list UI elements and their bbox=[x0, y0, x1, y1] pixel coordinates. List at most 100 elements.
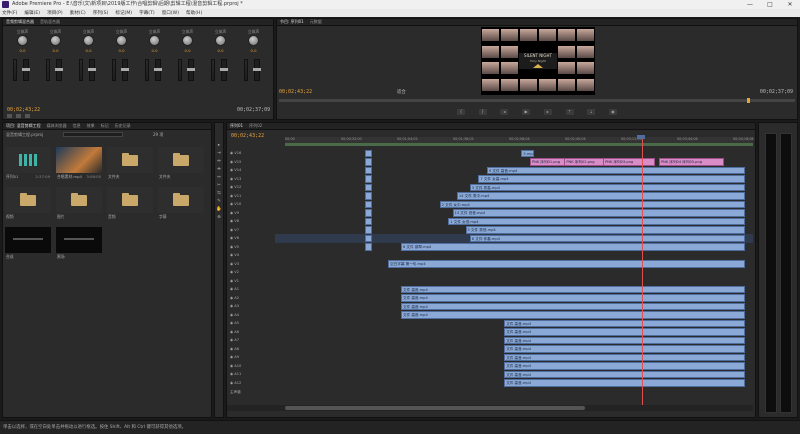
scroll-thumb[interactable] bbox=[285, 406, 585, 410]
fader-handle-icon[interactable] bbox=[187, 68, 195, 71]
volume-fader[interactable] bbox=[88, 59, 96, 81]
title-clip[interactable] bbox=[365, 209, 372, 217]
bin-item[interactable]: 文件夹 bbox=[158, 147, 204, 181]
track-header[interactable]: ◉ V9 bbox=[227, 209, 275, 218]
volume-fader[interactable] bbox=[22, 59, 30, 81]
play-icon[interactable]: ▶ bbox=[522, 109, 531, 115]
audio-clip[interactable]: 文件 高音.mp4 bbox=[401, 311, 745, 319]
rate-stretch-icon[interactable]: ↔ bbox=[216, 175, 222, 181]
track-header[interactable]: ◉ V8 bbox=[227, 217, 275, 226]
playhead[interactable] bbox=[642, 137, 643, 405]
title-clip[interactable] bbox=[365, 175, 372, 183]
export-frame-icon[interactable]: ◉ bbox=[608, 109, 617, 115]
track-header[interactable]: ◉ V1 bbox=[227, 277, 275, 286]
timeline-clip[interactable]: PNK 序列03.png bbox=[603, 158, 655, 166]
pan-value[interactable]: 0.0 bbox=[40, 48, 71, 53]
record-icon[interactable] bbox=[25, 114, 30, 118]
fader-handle-icon[interactable] bbox=[121, 68, 129, 71]
tab-markers[interactable]: 标记 bbox=[101, 123, 109, 129]
fit-dropdown[interactable]: 适合 bbox=[397, 89, 406, 95]
timeline-clip[interactable]: 3 文件 男高.mp4 bbox=[469, 183, 745, 191]
timeline-clip[interactable]: 9 文件 高音.mp4 bbox=[487, 166, 745, 174]
close-button[interactable]: ✕ bbox=[780, 0, 800, 9]
track-header[interactable]: ◉ V11 bbox=[227, 192, 275, 201]
fader-handle-icon[interactable] bbox=[154, 68, 162, 71]
selection-tool-icon[interactable]: ▸ bbox=[216, 143, 222, 149]
bin-item[interactable]: 序列01 2:37:09 bbox=[5, 147, 51, 181]
tab-program[interactable]: 节目: 序列01 bbox=[280, 19, 304, 25]
pan-knob[interactable] bbox=[17, 35, 28, 46]
timeline-clip[interactable]: 5.mp4 bbox=[521, 149, 535, 157]
track-header[interactable]: ◉ A12 bbox=[227, 379, 275, 388]
audio-clip[interactable]: 文件 高音.mp4 bbox=[504, 353, 745, 361]
pan-value[interactable]: 0.0 bbox=[7, 48, 38, 53]
pan-value[interactable]: 0.0 bbox=[139, 48, 170, 53]
tab-sequence-02[interactable]: 序列02 bbox=[249, 123, 262, 129]
menu-title[interactable]: 字幕(T) bbox=[139, 10, 155, 16]
bin-item[interactable]: 文件夹 bbox=[107, 147, 153, 181]
tab-audio-clip-mixer[interactable]: 音频剪辑混合器 bbox=[6, 19, 34, 25]
audio-clip[interactable]: 文件 高音.mp4 bbox=[401, 285, 745, 293]
track-header[interactable]: ◉ V6 bbox=[227, 234, 275, 243]
zoom-icon[interactable]: ⊕ bbox=[216, 215, 222, 221]
step-forward-icon[interactable]: ▸ bbox=[543, 109, 552, 115]
tab-info[interactable]: 信息 bbox=[73, 123, 81, 129]
pan-knob[interactable] bbox=[116, 35, 127, 46]
bin-item[interactable]: 合成 bbox=[5, 227, 51, 261]
volume-fader[interactable] bbox=[220, 59, 228, 81]
volume-fader[interactable] bbox=[253, 59, 261, 81]
title-clip[interactable] bbox=[365, 158, 372, 166]
track-header[interactable]: ◉ V16 bbox=[227, 149, 275, 158]
mark-in-icon[interactable]: { bbox=[457, 109, 465, 115]
track-header[interactable]: ◉ V13 bbox=[227, 175, 275, 184]
audio-clip[interactable]: 文件 高音.mp4 bbox=[504, 328, 745, 336]
menu-edit[interactable]: 编辑(E) bbox=[24, 10, 40, 16]
track-header[interactable]: ◉ V4 bbox=[227, 251, 275, 260]
mixer-timecode-current[interactable]: 00;02;43;22 bbox=[7, 107, 40, 113]
track-header[interactable]: ◉ A4 bbox=[227, 311, 275, 320]
bin-item[interactable]: 音频 bbox=[107, 187, 153, 221]
loop-icon[interactable] bbox=[16, 114, 21, 118]
tab-media-browser[interactable]: 媒体浏览器 bbox=[47, 123, 67, 129]
track-header[interactable]: ◉ A10 bbox=[227, 362, 275, 371]
audio-clip[interactable]: 文件 高音.mp4 bbox=[504, 336, 745, 344]
tab-effects[interactable]: 效果 bbox=[87, 123, 95, 129]
play-icon[interactable] bbox=[7, 114, 12, 118]
bin-item[interactable]: 图片 bbox=[56, 187, 102, 221]
menu-window[interactable]: 窗口(W) bbox=[162, 10, 179, 16]
title-clip[interactable] bbox=[365, 226, 372, 234]
audio-clip[interactable]: 文件 高音.mp4 bbox=[401, 294, 745, 302]
timeline-scrollbar[interactable] bbox=[227, 405, 753, 411]
fader-handle-icon[interactable] bbox=[22, 68, 30, 71]
tab-project[interactable]: 项目: 混音剪辑工程 bbox=[6, 123, 41, 129]
program-scrubber[interactable] bbox=[279, 98, 795, 103]
track-header[interactable]: ◉ V10 bbox=[227, 200, 275, 209]
pan-value[interactable]: 0.0 bbox=[106, 48, 137, 53]
timeline-clip[interactable]: 6 文件 钢琴.mp4 bbox=[401, 243, 745, 251]
tab-sequence-01[interactable]: 序列01 bbox=[230, 123, 243, 129]
pan-knob[interactable] bbox=[182, 35, 193, 46]
timeline-clip[interactable]: 5 文件 男低.mp4 bbox=[465, 226, 745, 234]
program-timecode-current[interactable]: 00;02;43;22 bbox=[279, 89, 312, 95]
menu-help[interactable]: 帮助(H) bbox=[186, 10, 202, 16]
audio-clip[interactable]: 文件 高音.mp4 bbox=[504, 345, 745, 353]
work-area-bar[interactable] bbox=[285, 143, 753, 146]
menu-marker[interactable]: 标记(M) bbox=[115, 10, 132, 16]
audio-clip[interactable]: 文件 高音.mp4 bbox=[401, 302, 745, 310]
volume-fader[interactable] bbox=[55, 59, 63, 81]
timeline-clip[interactable]: 14 文件 男中.mp4 bbox=[456, 192, 745, 200]
timeline-clip[interactable]: 2 文件 女中.mp4 bbox=[439, 200, 745, 208]
title-clip[interactable] bbox=[365, 234, 372, 242]
timeline-clip[interactable]: PNK 序列02.png bbox=[564, 158, 608, 166]
playhead-handle-icon[interactable] bbox=[637, 135, 645, 139]
audio-clip[interactable]: 文件 高音.mp4 bbox=[504, 362, 745, 370]
rolling-edit-icon[interactable]: ⇼ bbox=[216, 167, 222, 173]
fader-handle-icon[interactable] bbox=[55, 68, 63, 71]
audio-clip[interactable]: 文件 高音.mp4 bbox=[504, 370, 745, 378]
timeline-clip[interactable]: 7 文件 女高.mp4 bbox=[478, 175, 745, 183]
tab-track-mixer[interactable]: 音轨混合器 bbox=[40, 19, 60, 25]
title-clip[interactable] bbox=[365, 166, 372, 174]
playhead-marker-icon[interactable] bbox=[747, 98, 750, 103]
track-header[interactable]: ◉ A2 bbox=[227, 294, 275, 303]
track-header[interactable]: ◉ A3 bbox=[227, 302, 275, 311]
